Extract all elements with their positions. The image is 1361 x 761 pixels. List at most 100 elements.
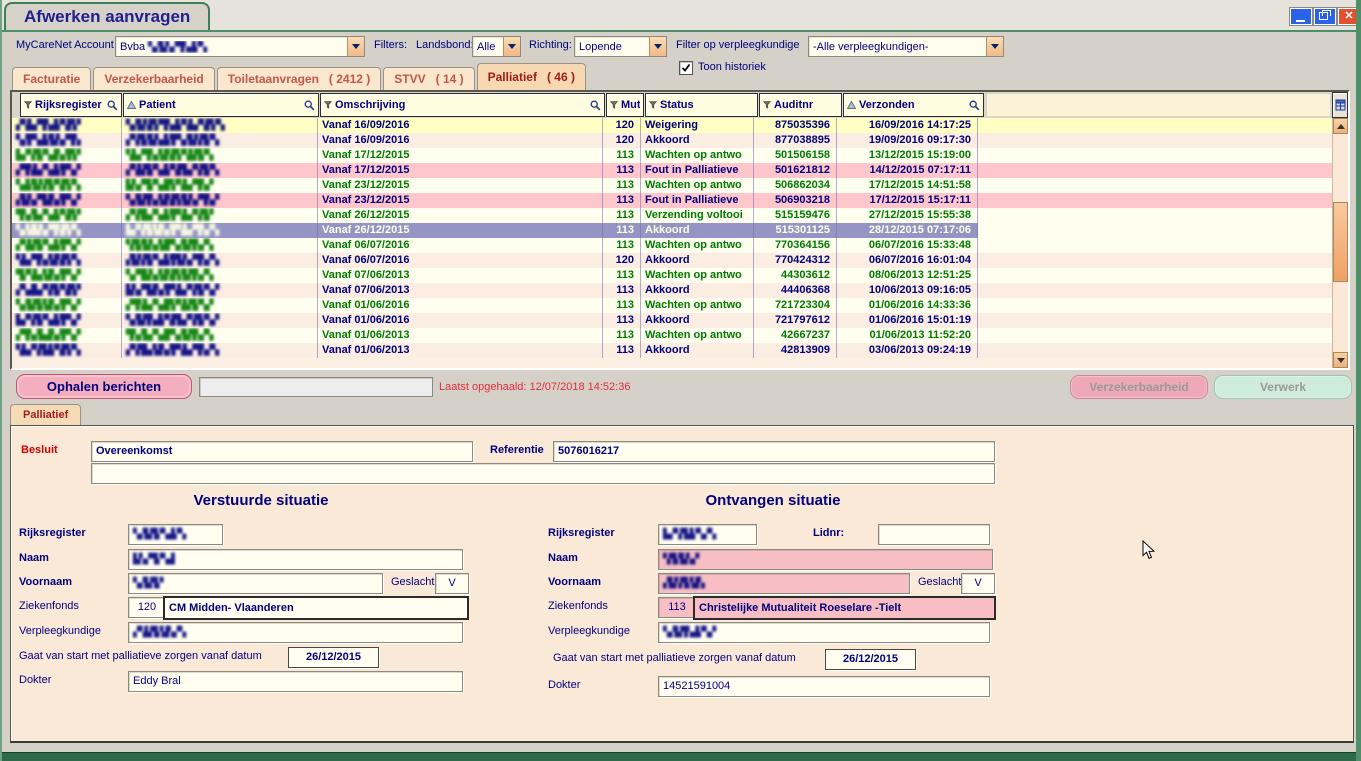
cell-omschrijving: Vanaf 07/06/2013	[318, 268, 603, 283]
redacted-text: ▞▚▜▙▞▟▚▞▛▚▙▞▜▚▞▚	[126, 345, 217, 356]
cell-patient: ▙▞▚▜▞▟▚▞▛▚▙▞▜▚▞▚	[122, 223, 318, 238]
received-start-date-field[interactable]: 26/12/2015	[825, 649, 916, 670]
sent-dokter-field[interactable]: Eddy Bral	[128, 671, 463, 692]
table-row[interactable]: ▚▙▞▜▚▞▟▚▛▞▚▞▙▚▜▞▚▟▞▛▙▚▞▜▚▞▚Vanaf 06/07/2…	[12, 253, 1332, 268]
received-naam-field[interactable]: ▚▜▞▙▚▞	[658, 549, 993, 570]
column-header-rijksregister[interactable]: Rijksregister	[20, 93, 122, 117]
minimize-button[interactable]	[1290, 8, 1312, 25]
table-row[interactable]: ▜▞▚▙▞▟▚▞▛▚▞▚▞▜▙▚▞▟▚▛▞▙▜▚▞▚Vanaf 07/06/20…	[12, 268, 1332, 283]
table-row[interactable]: ▞▚▟▙▞▚▜▞▚▛▞▙▚▞▜▟▚▞▛▚▙▞▚▜▞▚▞Vanaf 07/06/2…	[12, 283, 1332, 298]
cell-omschrijving: Vanaf 23/12/2015	[318, 193, 603, 208]
besluit-extra-field[interactable]	[91, 463, 995, 484]
cell-patient: ▚▙▞▜▚▞▟▚▛▞▚▙▜▞▚	[122, 148, 318, 163]
lidnr-field[interactable]	[878, 524, 990, 545]
restore-button[interactable]	[1314, 8, 1336, 25]
verwerk-button[interactable]: Verwerk	[1214, 375, 1352, 399]
sort-asc-icon[interactable]	[847, 101, 856, 109]
subtab-palliatief[interactable]: Palliatief	[10, 404, 81, 426]
table-row[interactable]: ▞▜▚▞▙▟▚▞▛▚▞▜▚▞▙▞▚▟▛▚▞▙▜▚▞▚Vanaf 01/06/20…	[12, 328, 1332, 343]
mycarenet-account-select[interactable]: Bvba ▚▞▙▚▞▜▚▟▞▚	[115, 36, 365, 57]
arrow-down-icon	[1337, 358, 1345, 363]
search-icon[interactable]	[107, 100, 118, 111]
redacted-text: ▚▜▞▙▚▞	[663, 554, 697, 565]
landsbond-select[interactable]: Alle	[472, 36, 521, 57]
column-header-auditnr[interactable]: Auditnr	[759, 93, 842, 117]
received-rijksregister-field[interactable]: ▙▞▚▜▟▞▚▞▚	[658, 524, 757, 545]
cell-omschrijving: Vanaf 16/09/2016	[318, 118, 603, 133]
tab-palliatief[interactable]: Palliatief ( 46 )	[477, 63, 586, 90]
table-row[interactable]: ▙▞▚▜▞▚▟▚▞▛▞▚▙▞▜▚▞▟▚▛▞▚▙▜▞▚Vanaf 17/12/20…	[12, 148, 1332, 163]
column-header-omschrijving[interactable]: Omschrijving	[320, 93, 605, 117]
header-filler	[986, 93, 1331, 117]
dropdown-button[interactable]	[986, 37, 1003, 56]
sent-ziekenfonds-name-field[interactable]: CM Midden- Vlaanderen	[163, 596, 469, 620]
column-header-patient[interactable]: Patient	[123, 93, 319, 117]
redacted-text: ▚▞▙▜▞	[133, 578, 161, 589]
cell-auditnr: 501506158	[754, 148, 837, 163]
scroll-up-button[interactable]	[1333, 118, 1348, 134]
row-filler	[978, 268, 1332, 283]
sent-rijksregister-field[interactable]: ▚▞▙▜▞▚▟▞▚	[128, 524, 223, 545]
vertical-scrollbar[interactable]	[1332, 118, 1348, 368]
dropdown-button[interactable]	[347, 37, 364, 56]
table-row[interactable]: ▙▞▚▜▞▚▟▞▛▚▞▚▞▙▜▚▟▞▚▛▙▞▚▜▞▚▞Vanaf 01/06/2…	[12, 313, 1332, 328]
table-row[interactable]: ▞▚▙▞▜▚▟▞▚▛▞▚▞▙▚▛▞▜▚▟▞▚▙▞▚▛▞▚Vanaf 16/09/…	[12, 118, 1332, 133]
column-options-icon	[1335, 99, 1346, 111]
table-row[interactable]: ▚▙▞▚▜▟▞▚▛▞▚▞▚▜▙▞▟▚▞▛▚▙▞▜▚▞▚Vanaf 01/06/2…	[12, 343, 1332, 358]
sent-geslacht-field[interactable]: V	[435, 573, 469, 594]
ophalen-berichten-button[interactable]: Ophalen berichten	[16, 374, 192, 399]
besluit-field[interactable]: Overeenkomst	[91, 441, 473, 462]
column-header-mut[interactable]: Mut	[606, 93, 644, 117]
cell-verzonden: 14/12/2015 07:17:11	[837, 163, 978, 178]
table-row[interactable]: ▞▙▚▞▜▟▚▞▛▚▞▚▞▙▜▚▞▟▚▛▞▙▚▞▜▚▞Vanaf 23/12/2…	[12, 193, 1332, 208]
search-icon[interactable]	[304, 100, 315, 111]
scroll-thumb[interactable]	[1333, 202, 1348, 282]
sent-verpleegkundige-field[interactable]: ▞▚▙▜▞▟▚▞▚	[128, 622, 463, 643]
cell-verzonden: 19/09/2016 09:17:30	[837, 133, 978, 148]
referentie-field[interactable]: 5076016217	[553, 441, 995, 462]
close-button[interactable]: ✕	[1338, 8, 1360, 25]
column-header-verzonden[interactable]: Verzonden	[843, 93, 984, 117]
row-filler	[978, 223, 1332, 238]
received-geslacht-field[interactable]: V	[961, 573, 995, 594]
column-options-button[interactable]	[1332, 92, 1348, 118]
cell-auditnr: 44303612	[754, 268, 837, 283]
richting-select[interactable]: Lopende	[574, 36, 667, 57]
redacted-text: ▚▞▙▜▚▟▞▚▞	[663, 627, 714, 638]
toon-historiek-checkbox[interactable]	[679, 61, 693, 75]
scroll-down-button[interactable]	[1333, 352, 1348, 368]
cell-mut: 113	[603, 298, 641, 313]
received-ziekenfonds-name-field[interactable]: Christelijke Mutualiteit Roeselare -Tiel…	[693, 596, 996, 620]
verzekerbaarheid-button[interactable]: Verzekerbaarheid	[1070, 375, 1208, 399]
column-header-status[interactable]: Status	[645, 93, 758, 117]
sent-naam-field[interactable]: ▙▚▞▜▞▚▟	[128, 549, 463, 570]
search-icon[interactable]	[590, 100, 601, 111]
dropdown-button[interactable]	[503, 37, 520, 56]
tab-verzekerbaarheid[interactable]: Verzekerbaarheid	[93, 67, 214, 90]
table-row[interactable]: ▚▞▛▚▟▞▙▚▞▜▚▞▚▜▞▙▚▟▞▛▚▞▙▚▜▞▚Vanaf 16/09/2…	[12, 133, 1332, 148]
table-row[interactable]: ▞▚▙▜▞▚▟▞▛▚▞▚▜▞▙▚▞▟▛▚▞▙▜▚▞▚Vanaf 06/07/20…	[12, 238, 1332, 253]
received-dokter-label: Dokter	[548, 679, 580, 691]
table-row[interactable]: ▚▟▞▙▚▜▞▚▛▞▚▙▚▞▜▞▚▟▛▞▚▙▞▜▚▞Vanaf 23/12/20…	[12, 178, 1332, 193]
tab-facturatie[interactable]: Facturatie	[12, 67, 91, 90]
table-row[interactable]: ▞▜▚▙▞▚▟▞▛▚▞▞▚▙▜▞▚▟▞▚▛▙▞▚▜▞▚Vanaf 17/12/2…	[12, 163, 1332, 178]
dropdown-button[interactable]	[649, 37, 666, 56]
mouse-cursor	[1142, 540, 1155, 565]
cell-patient: ▚▜▞▙▚▞▟▛▚▞▙▜▚▞▚	[122, 238, 318, 253]
received-dokter-field[interactable]: 14521591004	[658, 676, 990, 697]
sent-start-date-field[interactable]: 26/12/2015	[288, 647, 379, 668]
received-ziekenfonds-code-field[interactable]: 113	[658, 597, 696, 618]
table-row[interactable]: ▚▞▙▜▞▟▚▞▛▚▞▞▜▚▙▞▚▟▛▞▚▙▜▞▚▞Vanaf 01/06/20…	[12, 298, 1332, 313]
sent-voornaam-field[interactable]: ▚▞▙▜▞	[128, 573, 383, 594]
sent-ziekenfonds-code-field[interactable]: 120	[128, 597, 166, 618]
tab-toiletaanvragen[interactable]: Toiletaanvragen ( 2412 )	[217, 67, 382, 90]
table-row[interactable]: ▚▞▟▙▚▞▜▚▛▞▚▙▞▚▜▞▟▚▞▛▚▙▞▜▚▞▚Vanaf 26/12/2…	[12, 223, 1332, 238]
received-voornaam-field[interactable]: ▞▙▚▜▞▟▚	[658, 573, 910, 594]
sort-asc-icon[interactable]	[127, 101, 136, 109]
table-row[interactable]: ▜▚▞▙▞▚▟▞▚▛▞▞▚▜▙▞▚▟▞▛▚▙▞▚▜▞Vanaf 26/12/20…	[12, 208, 1332, 223]
verpleegkundige-filter-select[interactable]: -Alle verpleegkundigen-	[808, 36, 1004, 57]
received-verpleegkundige-field[interactable]: ▚▞▙▜▚▟▞▚▞	[658, 622, 990, 643]
tab-stvv[interactable]: STVV ( 14 )	[383, 67, 474, 90]
redacted-text: ▚▜▞▙▚▞▟▛▚▞▙▜▚▞▚	[126, 240, 211, 251]
search-icon[interactable]	[969, 100, 980, 111]
